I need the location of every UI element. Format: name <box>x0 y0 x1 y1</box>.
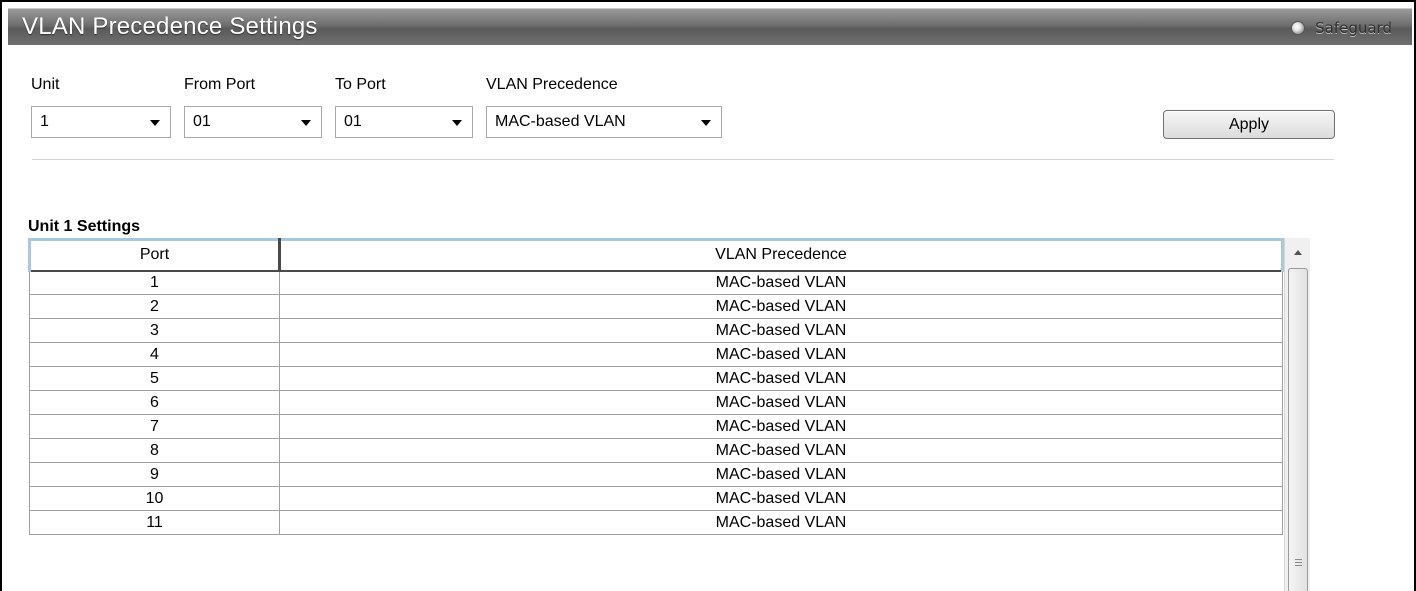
to-port-select[interactable]: 01 <box>335 106 473 138</box>
to-port-label: To Port <box>335 76 386 93</box>
table-row: 9 MAC-based VLAN <box>29 462 1283 487</box>
port-cell: 7 <box>29 414 280 439</box>
precedence-cell: MAC-based VLAN <box>279 414 1283 439</box>
column-header-port[interactable]: Port <box>28 238 281 272</box>
safeguard-label: Safeguard <box>1315 19 1392 37</box>
safeguard-indicator: Safeguard <box>1291 19 1392 37</box>
divider <box>32 159 1334 160</box>
apply-button[interactable]: Apply <box>1163 110 1335 139</box>
precedence-cell: MAC-based VLAN <box>279 270 1283 295</box>
table-row: 4 MAC-based VLAN <box>29 342 1283 367</box>
title-bar: VLAN Precedence Settings Safeguard <box>8 8 1412 45</box>
safeguard-status-icon <box>1291 21 1306 35</box>
table-scrollbar[interactable] <box>1284 238 1310 591</box>
table-row: 7 MAC-based VLAN <box>29 414 1283 439</box>
arrow-up-icon <box>1294 249 1302 255</box>
settings-table-container: Port VLAN Precedence 1 MAC-based VLAN 2 MA… <box>28 238 1310 591</box>
page-frame: VLAN Precedence Settings Safeguard Unit … <box>0 0 1416 591</box>
port-cell: 9 <box>29 462 280 487</box>
table-row: 8 MAC-based VLAN <box>29 438 1283 463</box>
table-row: 1 MAC-based VLAN <box>29 270 1283 295</box>
unit-label: Unit <box>31 76 60 93</box>
settings-table: Port VLAN Precedence 1 MAC-based VLAN 2 MA… <box>28 238 1284 535</box>
column-header-vlan-precedence[interactable]: VLAN Precedence <box>279 238 1284 272</box>
precedence-cell: MAC-based VLAN <box>279 318 1283 343</box>
precedence-cell: MAC-based VLAN <box>279 390 1283 415</box>
from-port-select[interactable]: 01 <box>184 106 322 138</box>
unit-select-value: 1 <box>40 113 49 130</box>
port-cell: 2 <box>29 294 280 319</box>
table-row: 2 MAC-based VLAN <box>29 294 1283 319</box>
port-cell: 6 <box>29 390 280 415</box>
port-cell: 11 <box>29 510 280 535</box>
from-port-label: From Port <box>184 76 256 93</box>
vlan-precedence-label: VLAN Precedence <box>486 76 618 93</box>
port-cell: 10 <box>29 486 280 511</box>
scroll-up-button[interactable] <box>1285 238 1311 266</box>
vlan-precedence-select[interactable]: MAC-based VLAN <box>486 106 722 138</box>
precedence-cell: MAC-based VLAN <box>279 342 1283 367</box>
section-title: Unit 1 Settings <box>28 218 141 235</box>
table-row: 3 MAC-based VLAN <box>29 318 1283 343</box>
port-cell: 8 <box>29 438 280 463</box>
precedence-cell: MAC-based VLAN <box>279 462 1283 487</box>
precedence-cell: MAC-based VLAN <box>279 294 1283 319</box>
chevron-down-icon <box>301 120 311 126</box>
port-cell: 3 <box>29 318 280 343</box>
chevron-down-icon <box>452 120 462 126</box>
table-header-row: Port VLAN Precedence <box>28 238 1284 272</box>
precedence-cell: MAC-based VLAN <box>279 438 1283 463</box>
grip-icon <box>1295 559 1302 566</box>
precedence-cell: MAC-based VLAN <box>279 486 1283 511</box>
port-cell: 5 <box>29 366 280 391</box>
vlan-precedence-select-value: MAC-based VLAN <box>495 113 626 130</box>
from-port-select-value: 01 <box>193 113 211 130</box>
table-row: 11 MAC-based VLAN <box>29 510 1283 535</box>
table-row: 10 MAC-based VLAN <box>29 486 1283 511</box>
chevron-down-icon <box>150 120 160 126</box>
scrollbar-thumb[interactable] <box>1288 268 1308 591</box>
port-cell: 4 <box>29 342 280 367</box>
precedence-cell: MAC-based VLAN <box>279 510 1283 535</box>
chevron-down-icon <box>701 120 711 126</box>
unit-select[interactable]: 1 <box>31 106 171 138</box>
table-row: 5 MAC-based VLAN <box>29 366 1283 391</box>
to-port-select-value: 01 <box>344 113 362 130</box>
port-cell: 1 <box>29 270 280 295</box>
page-title: VLAN Precedence Settings <box>22 13 318 40</box>
table-row: 6 MAC-based VLAN <box>29 390 1283 415</box>
precedence-cell: MAC-based VLAN <box>279 366 1283 391</box>
